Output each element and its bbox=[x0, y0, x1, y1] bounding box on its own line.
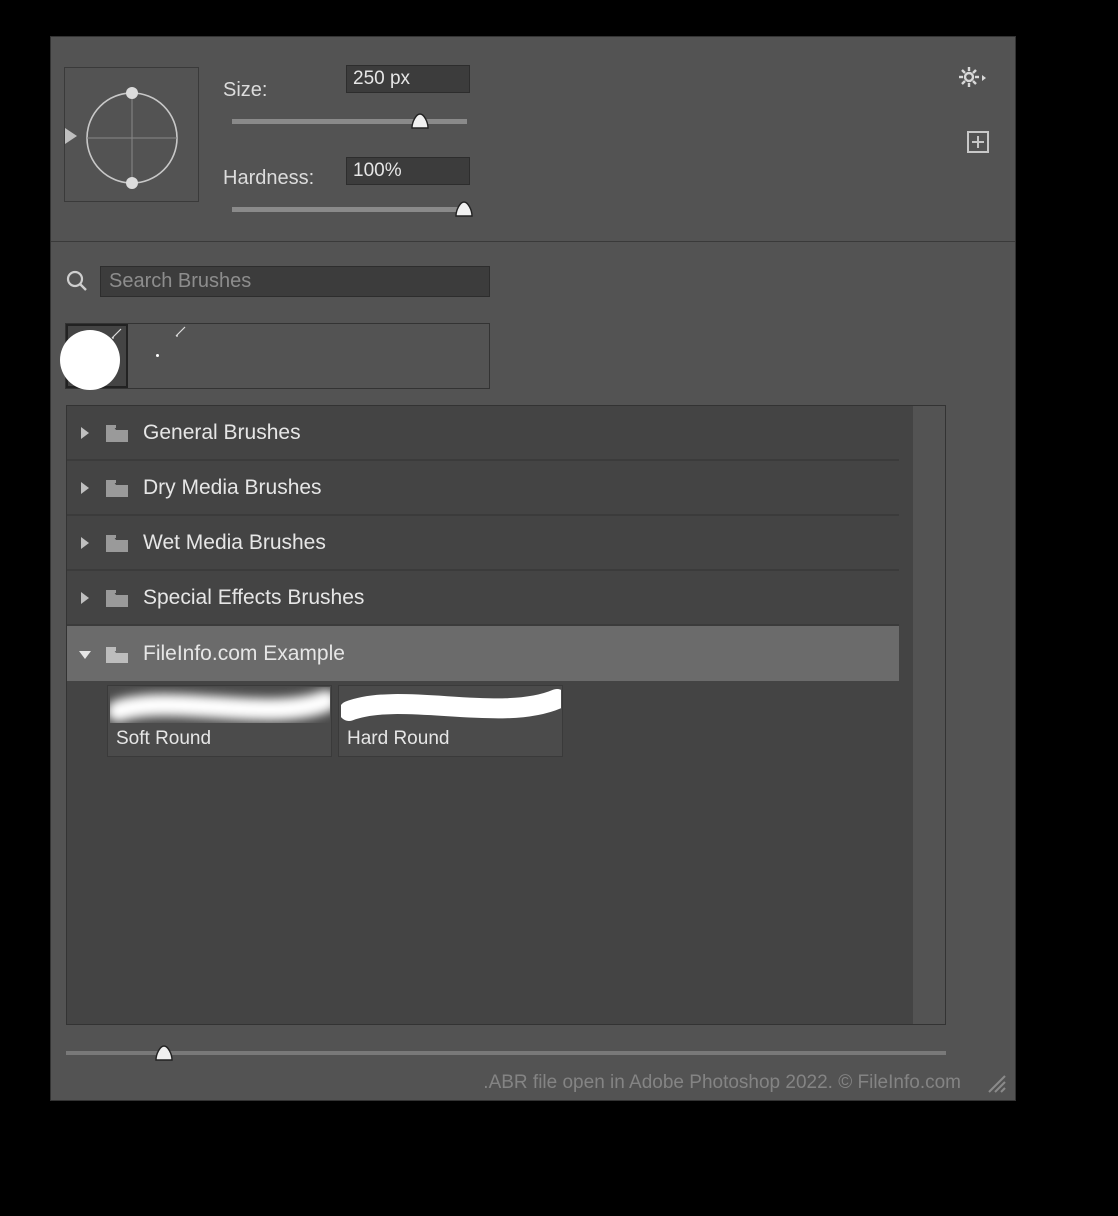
chevron-right-icon bbox=[77, 480, 91, 496]
folder-row-wet-media-brushes[interactable]: Wet Media Brushes bbox=[67, 516, 899, 571]
folder-icon bbox=[105, 533, 129, 553]
folder-label: Wet Media Brushes bbox=[143, 531, 326, 555]
footer-caption: .ABR file open in Adobe Photoshop 2022. … bbox=[483, 1072, 961, 1094]
brush-preset-label: Soft Round bbox=[108, 724, 331, 754]
folder-icon bbox=[105, 423, 129, 443]
brush-tip-preview[interactable] bbox=[64, 67, 199, 202]
size-input[interactable] bbox=[346, 65, 470, 93]
brush-folder-tree: General Brushes Dry Media Brushes Wet Me… bbox=[66, 405, 946, 1025]
thumbnail-zoom-slider[interactable] bbox=[66, 1043, 946, 1065]
folder-label: Special Effects Brushes bbox=[143, 586, 364, 610]
recent-brush-0[interactable] bbox=[66, 324, 128, 388]
size-slider[interactable] bbox=[232, 111, 467, 135]
hardness-input[interactable] bbox=[346, 157, 470, 185]
folder-label: FileInfo.com Example bbox=[143, 642, 345, 666]
brush-preset-hard-round[interactable]: Hard Round bbox=[338, 685, 563, 757]
scrollbar[interactable] bbox=[913, 406, 945, 1024]
folder-icon bbox=[105, 644, 129, 664]
brush-stroke-preview bbox=[108, 686, 331, 724]
chevron-right-icon bbox=[77, 425, 91, 441]
folder-row-general-brushes[interactable]: General Brushes bbox=[67, 406, 899, 461]
new-preset-button[interactable] bbox=[967, 131, 989, 153]
search-row bbox=[66, 265, 490, 297]
size-label: Size: bbox=[223, 79, 267, 102]
hardness-slider[interactable] bbox=[232, 199, 467, 223]
brush-preset-panel: Size: Hardness: bbox=[50, 36, 1016, 1101]
chevron-down-icon bbox=[77, 647, 91, 661]
folder-row-special-effects-brushes[interactable]: Special Effects Brushes bbox=[67, 571, 899, 626]
brush-settings-area: Size: Hardness: bbox=[51, 37, 1015, 242]
folder-label: Dry Media Brushes bbox=[143, 476, 322, 500]
folder-label: General Brushes bbox=[143, 421, 301, 445]
chevron-right-icon bbox=[77, 590, 91, 606]
folder-icon bbox=[105, 478, 129, 498]
folder-icon bbox=[105, 588, 129, 608]
brush-preset-soft-round[interactable]: Soft Round bbox=[107, 685, 332, 757]
folder-row-fileinfo-example[interactable]: FileInfo.com Example bbox=[67, 626, 899, 681]
search-icon bbox=[66, 270, 88, 292]
search-input[interactable] bbox=[100, 266, 490, 297]
brush-grid: Soft Round Hard Round bbox=[67, 681, 899, 761]
resize-grip-icon[interactable] bbox=[985, 1072, 1007, 1094]
folder-row-dry-media-brushes[interactable]: Dry Media Brushes bbox=[67, 461, 899, 516]
brush-stroke-preview bbox=[339, 686, 562, 724]
brush-preset-label: Hard Round bbox=[339, 724, 562, 754]
chevron-right-icon bbox=[77, 535, 91, 551]
recent-brush-1[interactable] bbox=[128, 324, 190, 388]
hardness-label: Hardness: bbox=[223, 167, 314, 190]
gear-icon[interactable] bbox=[959, 67, 989, 93]
recent-brushes bbox=[65, 323, 490, 389]
